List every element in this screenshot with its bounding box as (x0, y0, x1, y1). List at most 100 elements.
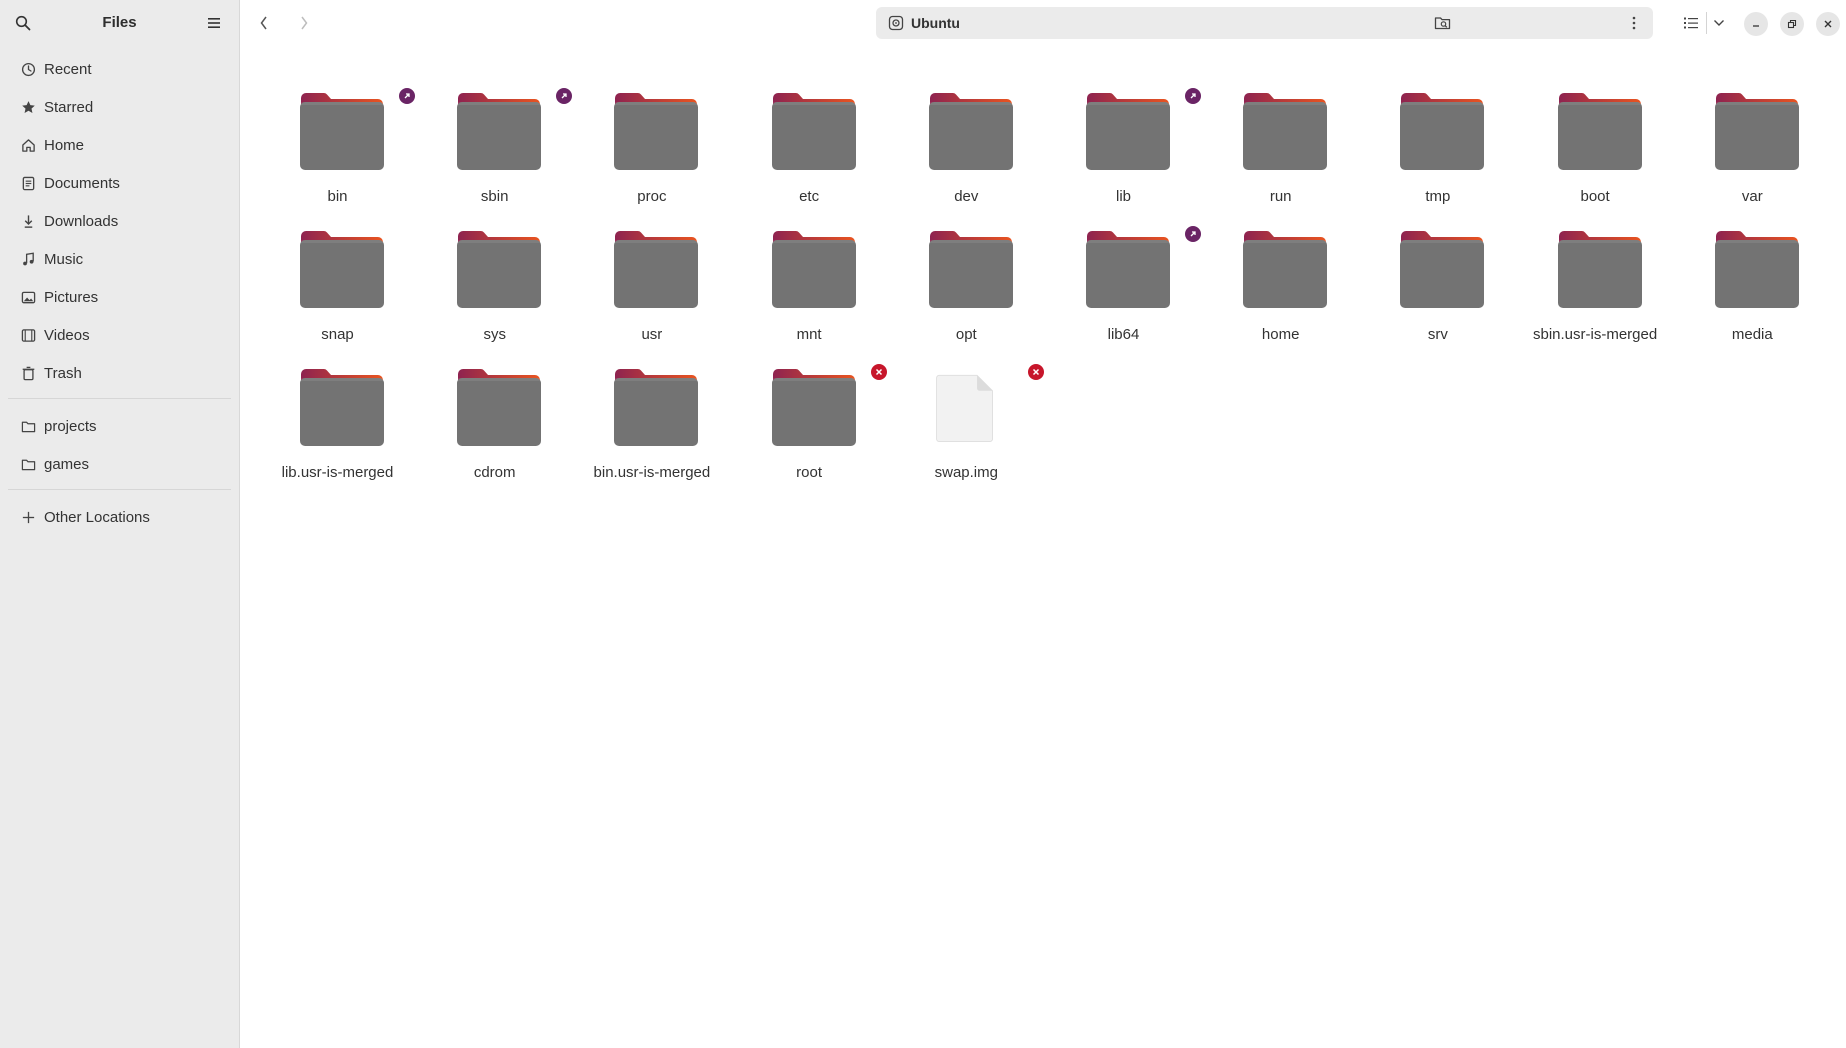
folder-item[interactable]: dev (888, 64, 1045, 205)
folder-icon (771, 369, 856, 446)
file-name: lib.usr-is-merged (281, 464, 394, 481)
folder-item[interactable]: mnt (731, 202, 888, 343)
folder-icon (300, 231, 384, 308)
folder-item[interactable]: srv (1359, 202, 1516, 343)
folder-item[interactable]: etc (731, 64, 888, 205)
close-icon (1824, 20, 1832, 28)
close-button[interactable] (1816, 12, 1840, 36)
sidebar-item-label: Trash (44, 364, 82, 382)
folder-item[interactable]: sbin (416, 64, 573, 205)
hamburger-icon (208, 18, 220, 28)
file-name: srv (1427, 326, 1448, 343)
folder-item[interactable]: opt (888, 202, 1045, 343)
folder-item[interactable]: media (1674, 202, 1831, 343)
folder-item[interactable]: lib64 (1045, 202, 1202, 343)
folder-item[interactable]: sys (416, 202, 573, 343)
download-icon (20, 213, 36, 229)
no-access-badge (1027, 364, 1044, 380)
folder-item[interactable]: cdrom (416, 340, 573, 481)
folder-icon (1086, 231, 1170, 308)
kebab-menu-icon (1632, 16, 1636, 30)
sidebar: Files Recent Starred Home Documents Down… (0, 0, 240, 1048)
folder-item[interactable]: proc (573, 64, 730, 205)
location-bar[interactable]: Ubuntu (876, 7, 1653, 39)
folder-item[interactable]: root (731, 340, 888, 481)
picture-icon (20, 289, 36, 305)
sidebar-item-trash[interactable]: Trash (8, 354, 231, 392)
folder-item[interactable]: lib (1045, 64, 1202, 205)
sidebar-divider (8, 398, 231, 399)
symlink-badge (1185, 88, 1201, 104)
folder-item[interactable]: home (1202, 202, 1359, 343)
list-view-icon (1684, 17, 1698, 29)
sidebar-item-label: Music (44, 250, 84, 268)
sidebar-item-recent[interactable]: Recent (8, 50, 231, 88)
x-icon (875, 368, 882, 376)
file-item[interactable]: swap.img (888, 340, 1045, 481)
folder-item[interactable]: lib.usr-is-merged (259, 340, 416, 481)
view-toggle-button[interactable] (1680, 12, 1702, 34)
sidebar-item-home[interactable]: Home (8, 126, 231, 164)
folder-icon (1714, 231, 1799, 308)
folder-icon (614, 93, 699, 170)
sidebar-item-label: Pictures (44, 288, 99, 306)
file-name: sbin.usr-is-merged (1532, 326, 1658, 343)
view-options-button[interactable] (1708, 12, 1730, 34)
folder-search-icon (1434, 17, 1451, 30)
folder-item[interactable]: sbin.usr-is-merged (1517, 202, 1674, 343)
folder-item[interactable]: usr (573, 202, 730, 343)
sidebar-item-music[interactable]: Music (8, 240, 231, 278)
x-icon (1032, 368, 1039, 376)
file-name: home (1261, 326, 1300, 343)
minimize-button[interactable] (1744, 12, 1768, 36)
arrow-up-right-icon (1190, 231, 1196, 237)
folder-icon (457, 369, 542, 446)
folder-item[interactable]: bin.usr-is-merged (573, 340, 730, 481)
folder-icon (1400, 231, 1485, 308)
location-menu-button[interactable] (1625, 13, 1643, 33)
trash-icon (20, 365, 36, 381)
sidebar-item-downloads[interactable]: Downloads (8, 202, 231, 240)
folder-icon (614, 369, 699, 446)
home-icon (20, 137, 36, 153)
minimize-icon (1753, 25, 1759, 27)
sidebar-item-documents[interactable]: Documents (8, 164, 231, 202)
search-in-folder-button[interactable] (1432, 12, 1454, 34)
file-grid: bin sbin proc etc dev lib run tmp boot v… (241, 46, 1846, 1048)
folder-icon (1086, 93, 1170, 170)
folder-item[interactable]: boot (1517, 64, 1674, 205)
file-name: swap.img (934, 464, 998, 481)
sidebar-header: Files (0, 0, 239, 46)
sidebar-item-label: Starred (44, 98, 94, 116)
folder-icon (457, 231, 542, 308)
back-button[interactable] (253, 12, 275, 34)
restore-button[interactable] (1780, 12, 1804, 36)
sidebar-divider (8, 489, 231, 490)
folder-icon (1714, 93, 1799, 170)
folder-item[interactable]: var (1674, 64, 1831, 205)
sidebar-item-pictures[interactable]: Pictures (8, 278, 231, 316)
folder-icon (1557, 93, 1642, 170)
folder-item[interactable]: tmp (1359, 64, 1516, 205)
folder-item[interactable]: run (1202, 64, 1359, 205)
folder-icon (300, 369, 384, 446)
sidebar-item-projects[interactable]: projects (8, 407, 231, 445)
arrow-up-right-icon (404, 93, 410, 99)
folder-icon (300, 93, 384, 170)
folder-icon (771, 231, 856, 308)
video-icon (20, 327, 36, 343)
clock-icon (20, 61, 36, 77)
sidebar-item-starred[interactable]: Starred (8, 88, 231, 126)
sidebar-item-games[interactable]: games (8, 445, 231, 483)
folder-item[interactable]: snap (259, 202, 416, 343)
forward-button[interactable] (293, 12, 315, 34)
location-label: Ubuntu (911, 15, 960, 31)
folder-item[interactable]: bin (259, 64, 416, 205)
sidebar-places: Recent Starred Home Documents Downloads … (8, 50, 231, 536)
sidebar-item-videos[interactable]: Videos (8, 316, 231, 354)
main-menu-button[interactable] (203, 12, 225, 34)
chevron-left-icon (260, 16, 267, 30)
symlink-badge (399, 88, 415, 104)
toolbar-divider (1706, 12, 1707, 34)
sidebar-item-other-locations[interactable]: Other Locations (8, 498, 231, 536)
